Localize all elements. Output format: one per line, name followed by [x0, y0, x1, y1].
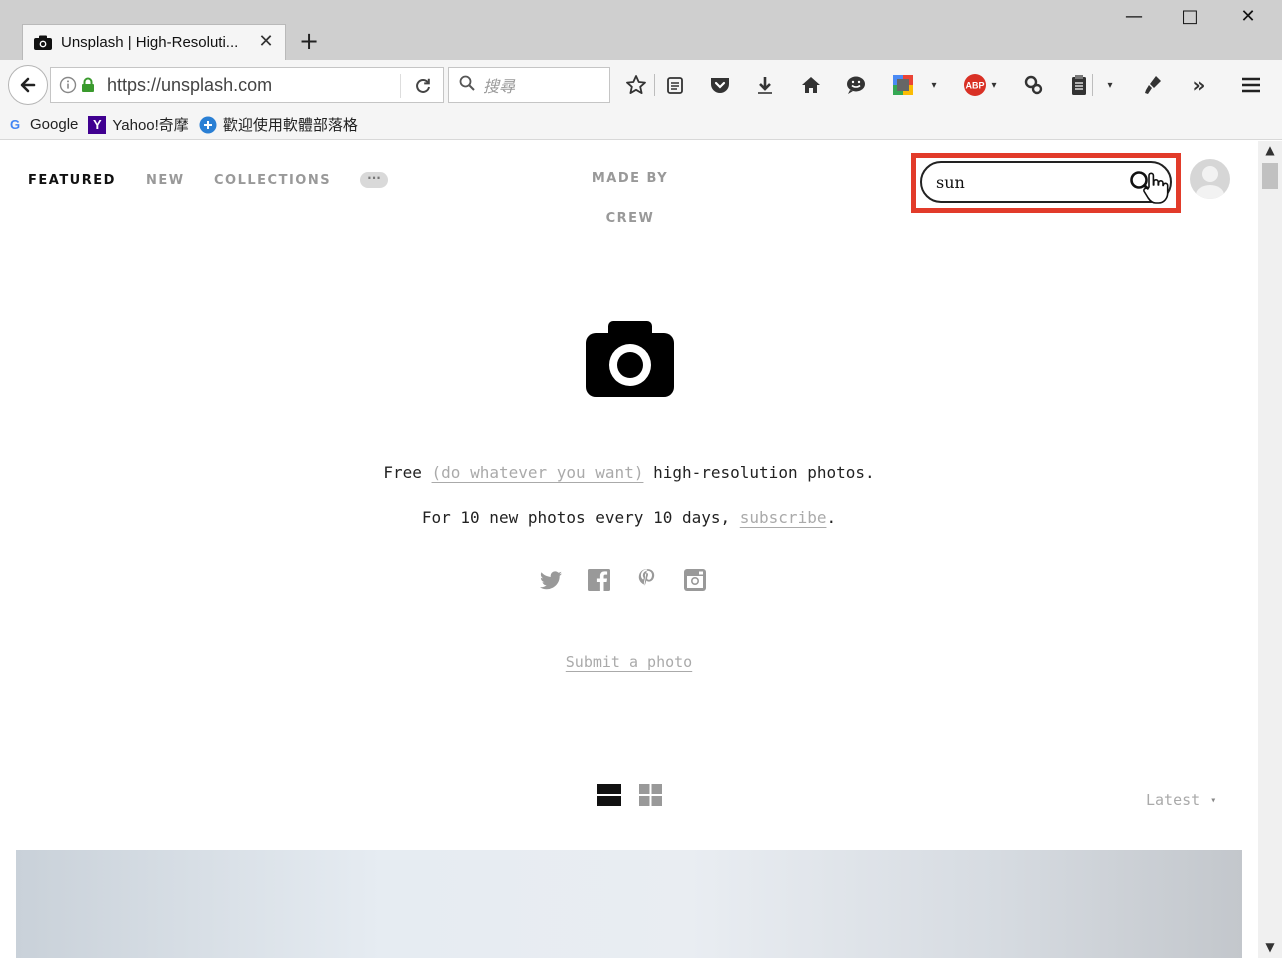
scroll-down-arrow-icon[interactable]: ▼ [1258, 940, 1282, 956]
extension-gears-icon[interactable] [1021, 72, 1047, 98]
bookmarks-bar: G Google Y Yahoo!奇摩 歡迎使用軟體部落格 [0, 110, 1282, 140]
bookmark-label: 歡迎使用軟體部落格 [222, 117, 358, 134]
grid-view-icon[interactable] [638, 782, 664, 808]
nav-collections[interactable]: COLLECTIONS [214, 173, 331, 188]
page-viewport: FEATURED NEW COLLECTIONS ··· MADE BY CRE… [0, 141, 1258, 958]
info-icon[interactable] [59, 76, 81, 94]
pocket-icon[interactable] [707, 72, 733, 98]
bookmark-yahoo[interactable]: Y Yahoo!奇摩 [88, 114, 189, 135]
tab-title: Unsplash | High-Resoluti... [61, 34, 239, 51]
page-scrollbar[interactable]: ▲ ▼ [1258, 141, 1282, 958]
chat-bubble-icon[interactable] [843, 72, 869, 98]
clipboard-icon[interactable] [1066, 72, 1092, 98]
sort-label: Latest [1146, 791, 1201, 809]
license-link[interactable]: (do whatever you want) [432, 463, 644, 482]
url-bar[interactable]: https://unsplash.com [50, 67, 444, 103]
search-placeholder: 搜尋 [483, 79, 516, 96]
browser-navbar: https://unsplash.com 搜尋 ▾ ABP ▾ ▾ » [0, 60, 1282, 110]
lock-icon [81, 77, 99, 93]
translate-extension-icon[interactable] [890, 72, 916, 98]
dropdown-caret-icon[interactable]: ▾ [1100, 72, 1120, 98]
toolbar-separator [1092, 74, 1093, 96]
bookmark-label: Yahoo!奇摩 [112, 117, 189, 134]
featured-photo[interactable] [16, 850, 1242, 958]
dropdown-caret-icon[interactable]: ▾ [984, 72, 1004, 98]
bookmark-blog[interactable]: 歡迎使用軟體部落格 [199, 114, 358, 135]
camera-icon [33, 35, 53, 51]
avatar[interactable] [1190, 159, 1230, 199]
nav-more-button[interactable]: ··· [360, 172, 388, 188]
nav-new[interactable]: NEW [146, 173, 185, 188]
bookmark-google[interactable]: G Google [6, 116, 78, 134]
google-icon: G [9, 117, 21, 132]
brush-tool-icon[interactable] [1140, 72, 1166, 98]
url-separator [400, 74, 401, 98]
crew-label[interactable]: CREW [530, 211, 730, 226]
minimize-icon[interactable]: — [1114, 4, 1154, 30]
reading-list-icon[interactable] [662, 72, 688, 98]
tagline-text: high-resolution photos. [643, 463, 875, 482]
maximize-icon[interactable]: □ [1170, 4, 1210, 30]
subscribe-link[interactable]: subscribe [740, 508, 827, 527]
bookmark-star-icon[interactable] [623, 72, 649, 98]
caret-down-icon: ▾ [1210, 795, 1217, 806]
hamburger-menu-icon[interactable] [1238, 72, 1264, 98]
svg-text:ABP: ABP [965, 81, 984, 91]
tagline-text: . [826, 508, 837, 527]
window-close-icon[interactable]: ✕ [1228, 4, 1268, 30]
pinterest-icon[interactable] [634, 567, 660, 593]
tagline-line-2: For 10 new photos every 10 days, subscri… [0, 508, 1258, 527]
tagline-text: Free [383, 463, 432, 482]
scroll-thumb[interactable] [1262, 163, 1278, 189]
list-view-icon[interactable] [596, 782, 622, 808]
overflow-chevrons-icon[interactable]: » [1186, 72, 1212, 98]
download-arrow-icon[interactable] [752, 72, 778, 98]
scroll-up-arrow-icon[interactable]: ▲ [1258, 143, 1282, 159]
sort-dropdown[interactable]: Latest ▾ [1146, 791, 1216, 809]
submit-photo-link[interactable]: Submit a photo [566, 653, 692, 671]
url-text: https://unsplash.com [107, 74, 273, 95]
new-tab-plus-icon[interactable]: + [296, 28, 322, 54]
magnifier-icon [459, 75, 475, 95]
search-field[interactable] [920, 161, 1172, 203]
camera-logo-icon[interactable] [584, 319, 676, 399]
back-arrow-icon[interactable] [8, 65, 48, 105]
browser-tab[interactable]: Unsplash | High-Resoluti... ✕ [22, 24, 286, 60]
submit-photo-row: Submit a photo [0, 653, 1258, 671]
search-input[interactable] [936, 172, 1126, 192]
nav-featured[interactable]: FEATURED [28, 173, 116, 188]
blog-icon [199, 116, 217, 134]
toolbar-separator [654, 74, 655, 96]
made-by-label[interactable]: MADE BY [530, 171, 730, 186]
tagline-text: For 10 new photos every 10 days, [421, 508, 740, 527]
hand-cursor-icon [1140, 171, 1170, 205]
browser-search-bar[interactable]: 搜尋 [448, 67, 610, 103]
home-icon[interactable] [798, 72, 824, 98]
browser-titlebar: Unsplash | High-Resoluti... ✕ + — □ ✕ [0, 0, 1282, 60]
twitter-icon[interactable] [538, 567, 564, 593]
instagram-icon[interactable] [682, 567, 708, 593]
social-links [538, 567, 718, 595]
dropdown-caret-icon[interactable]: ▾ [924, 72, 944, 98]
tab-close-icon[interactable]: ✕ [257, 33, 275, 51]
reload-icon[interactable] [413, 76, 433, 96]
bookmark-label: Google [30, 116, 79, 133]
yahoo-icon: Y [88, 115, 107, 134]
tagline-line-1: Free (do whatever you want) high-resolut… [0, 463, 1258, 482]
facebook-icon[interactable] [586, 567, 612, 593]
